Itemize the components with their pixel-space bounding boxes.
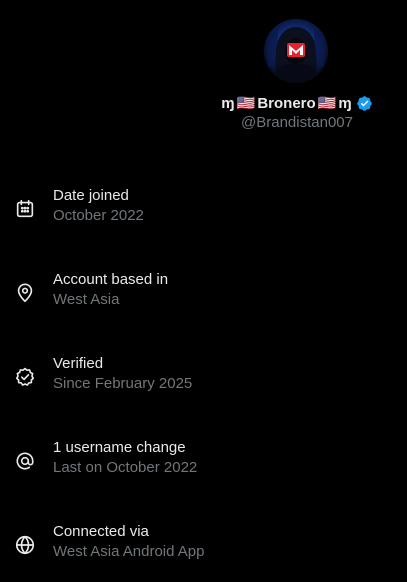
info-title: Account based in [53,271,169,288]
profile-header: ɱ 🇺🇸 Bronero 🇺🇸 ɱ @Brandistan007 [0,0,407,140]
verified-check-icon [14,366,36,388]
info-item-account-location: Account based in West Asia [0,270,407,330]
info-item-username-change: 1 username change Last on October 2022 [0,438,407,498]
avatar[interactable] [264,19,328,83]
calendar-icon [14,198,36,220]
info-title: 1 username change [53,439,186,456]
info-subtitle: West Asia Android App [53,543,205,560]
hooded-figure-avatar-image [264,19,328,83]
display-name-prefix: ɱ [221,94,235,112]
display-name[interactable]: ɱ 🇺🇸 Bronero 🇺🇸 ɱ [212,92,382,114]
info-subtitle: Last on October 2022 [53,459,198,476]
at-sign-icon [14,450,36,472]
location-pin-icon [14,282,36,304]
info-item-connected-via: Connected via West Asia Android App [0,522,407,582]
info-subtitle: Since February 2025 [53,375,193,392]
info-title: Date joined [53,187,129,204]
info-item-date-joined: Date joined October 2022 [0,186,407,246]
flag-emoji: 🇺🇸 [317,95,337,112]
flag-emoji: 🇺🇸 [236,95,256,112]
info-subtitle: West Asia [53,291,120,308]
info-subtitle: October 2022 [53,207,144,224]
info-title: Verified [53,355,104,372]
display-name-suffix: ɱ [338,94,352,112]
info-item-verified: Verified Since February 2025 [0,354,407,414]
verified-badge-icon[interactable] [356,95,373,112]
display-name-text: Bronero [257,94,316,112]
globe-icon [14,534,36,556]
handle[interactable]: @Brandistan007 [212,114,382,134]
info-title: Connected via [53,523,149,540]
